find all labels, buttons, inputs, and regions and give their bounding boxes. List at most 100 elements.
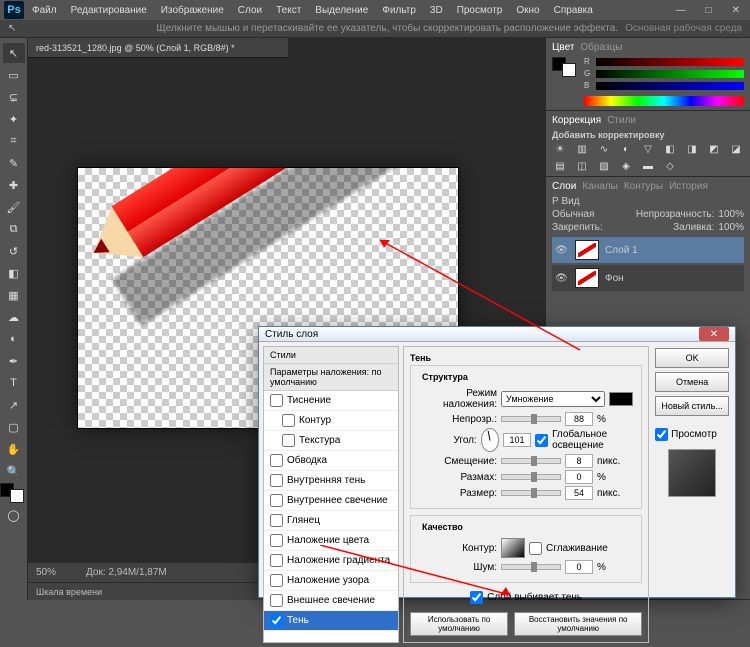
layer-name[interactable]: Слой 1 <box>605 245 638 256</box>
blend-mode-label[interactable]: Обычная <box>552 209 594 220</box>
inp-angle[interactable] <box>503 433 531 447</box>
tool-blur[interactable]: ☁ <box>3 307 25 327</box>
chk-inner-glow[interactable] <box>270 494 283 507</box>
chk-contour[interactable] <box>282 414 295 427</box>
inp-size[interactable] <box>565 486 593 500</box>
chk-bevel[interactable] <box>270 394 283 407</box>
fill-value[interactable]: 100% <box>718 222 744 233</box>
tool-type[interactable]: T <box>3 373 25 393</box>
tab-layers[interactable]: Слои <box>552 181 576 192</box>
fg-bg-swatch[interactable] <box>552 57 576 106</box>
menu-edit[interactable]: Редактирование <box>65 3 153 18</box>
tool-wand[interactable]: ✦ <box>3 109 25 129</box>
dialog-titlebar[interactable]: Стиль слоя ✕ <box>259 327 735 342</box>
adj-gradmap-icon[interactable]: ▬ <box>640 161 656 172</box>
tool-shape[interactable]: ▢ <box>3 417 25 437</box>
r-slider[interactable] <box>596 58 744 66</box>
workspace-switcher[interactable]: Основная рабочая среда <box>625 23 742 34</box>
tab-styles[interactable]: Стили <box>607 115 636 126</box>
chk-antialias[interactable] <box>529 542 542 555</box>
color-swatch[interactable] <box>3 483 25 503</box>
style-gradient-overlay[interactable]: Наложение градиента <box>264 551 398 571</box>
style-outer-glow[interactable]: Внешнее свечение <box>264 591 398 611</box>
blending-options[interactable]: Параметры наложения: по умолчанию <box>264 364 398 391</box>
inp-noise[interactable] <box>565 560 593 574</box>
adj-mixer-icon[interactable]: ◪ <box>728 144 744 155</box>
style-contour[interactable]: Контур <box>264 411 398 431</box>
layer-item-bg[interactable]: 👁 Фон <box>552 265 744 291</box>
chk-satin[interactable] <box>270 514 283 527</box>
tool-hand[interactable]: ✋ <box>3 439 25 459</box>
adj-vibrance-icon[interactable]: ▽ <box>640 144 656 155</box>
style-inner-glow[interactable]: Внутреннее свечение <box>264 491 398 511</box>
inp-distance[interactable] <box>565 454 593 468</box>
tool-crop[interactable]: ⌗ <box>3 131 25 151</box>
move-tool-icon[interactable]: ↖ <box>8 23 16 34</box>
style-color-overlay[interactable]: Наложение цвета <box>264 531 398 551</box>
tool-gradient[interactable]: ▦ <box>3 285 25 305</box>
angle-dial[interactable] <box>481 428 499 452</box>
style-pattern-overlay[interactable]: Наложение узора <box>264 571 398 591</box>
chk-global[interactable] <box>535 434 548 447</box>
g-slider[interactable] <box>596 70 744 78</box>
adj-thresh-icon[interactable]: ◈ <box>618 161 634 172</box>
menu-help[interactable]: Справка <box>548 3 599 18</box>
menu-image[interactable]: Изображение <box>155 3 230 18</box>
tab-history[interactable]: История <box>669 181 708 192</box>
styles-header[interactable]: Стили <box>264 347 398 364</box>
adj-select-icon[interactable]: ◇ <box>662 161 678 172</box>
chk-pat-ov[interactable] <box>270 574 283 587</box>
tool-stamp[interactable]: ⧉ <box>3 219 25 239</box>
close-icon[interactable]: ✕ <box>726 3 746 18</box>
adj-photo-icon[interactable]: ◩ <box>706 144 722 155</box>
tool-eraser[interactable]: ◧ <box>3 263 25 283</box>
cancel-button[interactable]: Отмена <box>655 372 729 392</box>
tab-channels[interactable]: Каналы <box>582 181 618 192</box>
chk-texture[interactable] <box>282 434 295 447</box>
zoom-level[interactable]: 50% <box>36 567 56 578</box>
new-style-button[interactable]: Новый стиль... <box>655 396 729 416</box>
sel-blend-mode[interactable]: Умножение <box>501 391 605 407</box>
tool-heal[interactable]: ✚ <box>3 175 25 195</box>
menu-layer[interactable]: Слои <box>232 3 268 18</box>
hue-strip[interactable] <box>584 96 744 106</box>
tab-color[interactable]: Цвет <box>552 42 574 53</box>
layer-item-1[interactable]: 👁 Слой 1 <box>552 237 744 263</box>
shadow-color[interactable] <box>609 392 633 406</box>
menu-file[interactable]: Файл <box>26 3 63 18</box>
inp-spread[interactable] <box>565 470 593 484</box>
menu-3d[interactable]: 3D <box>424 3 449 18</box>
menu-select[interactable]: Выделение <box>309 3 374 18</box>
chk-preview[interactable] <box>655 428 668 441</box>
opacity-value[interactable]: 100% <box>718 209 744 220</box>
sld-noise[interactable] <box>501 564 561 570</box>
layer-name[interactable]: Фон <box>605 273 624 284</box>
b-slider[interactable] <box>596 82 744 90</box>
eye-icon[interactable]: 👁 <box>555 245 569 256</box>
adj-hue-icon[interactable]: ◧ <box>662 144 678 155</box>
tool-dodge[interactable]: ◐ <box>3 329 25 349</box>
tool-lasso[interactable]: ⊊ <box>3 87 25 107</box>
style-drop-shadow[interactable]: Тень <box>264 611 398 631</box>
adj-brightness-icon[interactable]: ☀ <box>552 144 568 155</box>
menu-text[interactable]: Текст <box>270 3 307 18</box>
chk-inner-shadow[interactable] <box>270 474 283 487</box>
sld-size[interactable] <box>501 490 561 496</box>
ok-button[interactable]: OK <box>655 348 729 368</box>
tab-paths[interactable]: Контуры <box>624 181 663 192</box>
style-satin[interactable]: Глянец <box>264 511 398 531</box>
tool-history-brush[interactable]: ↺ <box>3 241 25 261</box>
tab-swatches[interactable]: Образцы <box>580 42 622 53</box>
menu-filter[interactable]: Фильтр <box>376 3 422 18</box>
chk-stroke[interactable] <box>270 454 283 467</box>
sld-spread[interactable] <box>501 474 561 480</box>
tab-adjust[interactable]: Коррекция <box>552 115 601 126</box>
sld-distance[interactable] <box>501 458 561 464</box>
style-bevel[interactable]: Тиснение <box>264 391 398 411</box>
chk-color-ov[interactable] <box>270 534 283 547</box>
contour-picker[interactable] <box>501 538 525 558</box>
adj-levels-icon[interactable]: ▥ <box>574 144 590 155</box>
adj-invert-icon[interactable]: ◫ <box>574 161 590 172</box>
tool-move[interactable]: ↖ <box>3 43 25 63</box>
maximize-icon[interactable]: □ <box>700 3 718 18</box>
